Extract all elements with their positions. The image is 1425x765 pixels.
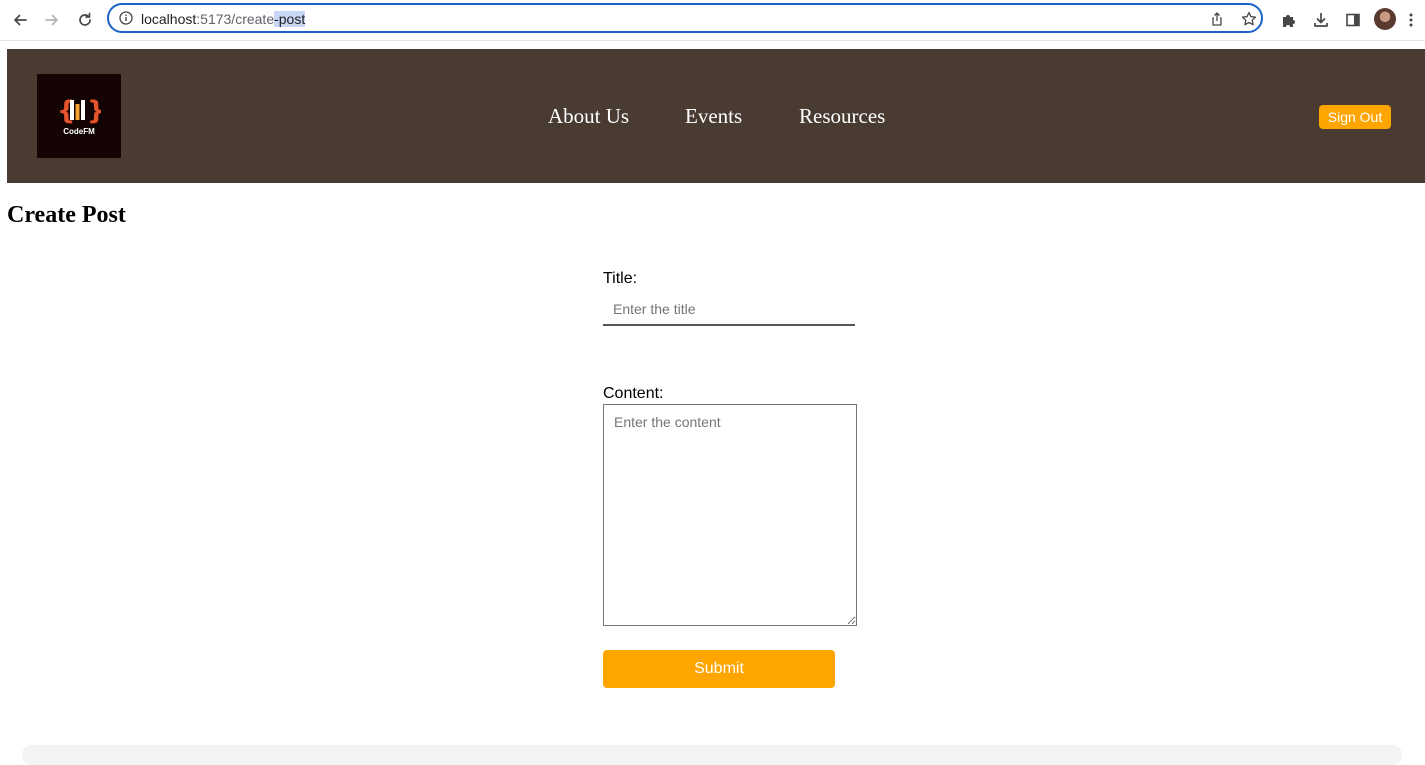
reload-button[interactable] [73,8,97,32]
arrow-right-icon [45,14,58,26]
site-info-icon[interactable] [119,11,133,30]
nav-about-us[interactable]: About Us [548,104,629,129]
content-label: Content: [603,385,664,402]
site-header: { } CodeFM About Us Events Resources Sig… [7,49,1425,183]
address-bar[interactable]: localhost:5173/create-post [107,3,1263,33]
bookmark-star-icon[interactable] [1240,10,1258,28]
nav-events[interactable]: Events [685,104,742,129]
codefm-logo-icon: { } [57,96,101,124]
arrow-left-icon [14,14,27,26]
share-icon[interactable] [1208,10,1226,28]
reload-icon [79,12,91,26]
site-logo[interactable]: { } CodeFM [37,74,121,158]
footer [22,745,1402,765]
side-panel-icon[interactable] [1341,8,1365,32]
nav-resources[interactable]: Resources [799,104,885,129]
url-host: localhost [141,11,197,27]
page-title: Create Post [7,202,126,228]
content-textarea[interactable] [603,404,857,626]
title-input[interactable] [603,294,855,326]
sign-out-button[interactable]: Sign Out [1319,105,1391,129]
extensions-puzzle-icon[interactable] [1277,8,1301,32]
browser-toolbar: localhost:5173/create-post [0,0,1425,41]
url-path: :5173/create [196,11,275,27]
more-menu-icon[interactable] [1403,8,1419,32]
profile-avatar[interactable] [1374,8,1396,30]
svg-text:}: } [87,96,101,124]
forward-button[interactable] [40,8,64,32]
url-selected-text: -post [274,11,306,27]
download-icon[interactable] [1309,8,1333,32]
back-button[interactable] [8,8,32,32]
url-text[interactable]: localhost:5173/create-post [141,11,306,27]
submit-button[interactable]: Submit [603,650,835,688]
logo-text: CodeFM [63,127,95,136]
title-label: Title: [603,270,638,287]
